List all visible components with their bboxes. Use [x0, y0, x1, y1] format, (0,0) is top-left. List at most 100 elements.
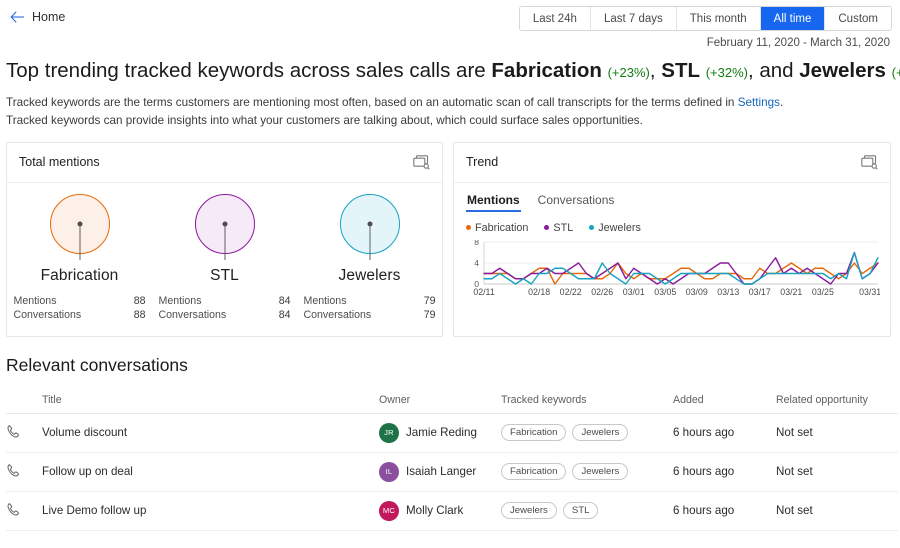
bubble-label-fabrication: Fabrication [40, 266, 119, 284]
trend-line-chart[interactable]: 0 4 8 02/11 02/18 02/22 02/26 03/01 03/05 03/09 03… [466, 237, 881, 309]
open-record-icon[interactable] [413, 155, 430, 170]
bubble-center-dot [367, 221, 372, 227]
bubble-graphic-wrap-stl [152, 193, 297, 265]
back-to-home-link[interactable]: Home [6, 8, 69, 26]
stat-row-conversations: Conversations 79 [304, 308, 436, 322]
legend-item-fabrication[interactable]: Fabrication [466, 222, 528, 234]
description-line-1: Tracked keywords are the terms customers… [6, 94, 890, 112]
dashboard-page: Home Last 24h Last 7 days This month All… [0, 0, 900, 548]
tab-mentions[interactable]: Mentions [466, 191, 521, 212]
total-mentions-card: Total mentions Fabrication Mentions 88 C… [6, 141, 443, 337]
column-header-title[interactable]: Title [42, 393, 379, 414]
keyword-bubble-jewelers[interactable]: Jewelers Mentions 79 Conversations 79 [297, 193, 442, 323]
row-tracked-keywords-cell: Jewelers STL [501, 491, 673, 531]
column-header-related-opportunity[interactable]: Related opportunity [776, 393, 898, 414]
keyword-pill[interactable]: Jewelers [501, 502, 557, 520]
headline-keyword-2: STL [661, 59, 700, 82]
row-related-opportunity: Not set [776, 491, 898, 531]
keyword-pill[interactable]: Fabrication [501, 424, 567, 442]
stat-label-conversations: Conversations [13, 309, 82, 322]
phone-icon [6, 502, 21, 520]
row-title[interactable]: Follow up on deal [42, 452, 379, 492]
legend-item-stl[interactable]: STL [544, 222, 573, 234]
range-option-last-7-days[interactable]: Last 7 days [590, 7, 677, 30]
row-owner-name[interactable]: Jamie Reding [406, 426, 477, 439]
row-title[interactable]: Live Demo follow up [42, 491, 379, 531]
headline-keyword-1: Fabrication [491, 59, 602, 82]
row-owner-name[interactable]: Isaiah Langer [406, 465, 476, 478]
table-row[interactable]: Live Demo follow up MC Molly Clark Jewel… [6, 491, 898, 531]
stat-label-mentions: Mentions [158, 294, 202, 307]
total-mentions-card-header: Total mentions [7, 143, 442, 183]
keyword-pill[interactable]: Jewelers [572, 424, 629, 442]
cards-row: Total mentions Fabrication Mentions 88 C… [0, 130, 900, 337]
headline-change-3: (+26%) [891, 65, 900, 80]
column-header-tracked-keywords[interactable]: Tracked keywords [501, 393, 673, 414]
avatar: IL [379, 461, 399, 482]
tab-conversations[interactable]: Conversations [537, 191, 616, 212]
legend-label-stl: STL [553, 221, 574, 234]
settings-link[interactable]: Settings [738, 96, 780, 109]
bubble-stats-stl: Mentions 84 Conversations 84 [159, 294, 291, 323]
keyword-bubbles: Fabrication Mentions 88 Conversations 88 [7, 183, 442, 323]
headline-prefix: Top trending tracked keywords across sal… [6, 59, 492, 82]
stat-row-conversations: Conversations 88 [14, 308, 146, 322]
range-option-last-24h[interactable]: Last 24h [519, 7, 591, 30]
row-related-opportunity: Not set [776, 452, 898, 492]
table-row[interactable]: Volume discount JR Jamie Reding Fabricat… [6, 413, 898, 453]
row-added: 6 hours ago [673, 413, 776, 453]
keyword-pill[interactable]: Fabrication [501, 463, 567, 481]
range-option-this-month[interactable]: This month [676, 7, 761, 30]
svg-text:02/22: 02/22 [560, 287, 582, 297]
range-option-custom[interactable]: Custom [825, 7, 891, 30]
keyword-pill[interactable]: STL [562, 502, 599, 520]
legend-item-jewelers[interactable]: Jewelers [589, 222, 641, 234]
stat-label-mentions: Mentions [303, 294, 347, 307]
svg-text:03/21: 03/21 [780, 287, 802, 297]
bubble-stem [369, 223, 370, 260]
date-range-selector[interactable]: Last 24h Last 7 days This month All time… [518, 6, 892, 31]
open-record-icon[interactable] [861, 155, 878, 170]
svg-text:03/05: 03/05 [654, 287, 676, 297]
row-owner-name[interactable]: Molly Clark [406, 504, 463, 517]
bubble-circle-jewelers [339, 193, 400, 260]
stat-row-mentions: Mentions 79 [304, 294, 436, 308]
keyword-bubble-stl[interactable]: STL Mentions 84 Conversations 84 [152, 193, 297, 323]
bubble-circle-fabrication [49, 193, 110, 260]
row-related-opportunity: Not set [776, 413, 898, 453]
keyword-bubble-fabrication[interactable]: Fabrication Mentions 88 Conversations 88 [7, 193, 152, 323]
column-header-added[interactable]: Added [673, 393, 776, 414]
table-header-row: Title Owner Tracked keywords Added Relat… [6, 393, 898, 414]
bubble-center-dot [222, 221, 227, 227]
relevant-conversations-title: Relevant conversations [6, 354, 188, 375]
avatar: MC [379, 500, 399, 521]
svg-text:4: 4 [474, 258, 479, 268]
description-text-before-link: Tracked keywords are the terms customers… [6, 95, 738, 109]
row-owner-cell: JR Jamie Reding [379, 413, 501, 453]
bubble-label-jewelers: Jewelers [338, 266, 401, 284]
phone-icon [6, 463, 21, 481]
stat-label-mentions: Mentions [13, 294, 57, 307]
description-line-2: Tracked keywords can provide insights in… [6, 113, 643, 127]
range-option-all-time[interactable]: All time [760, 7, 826, 30]
stat-value-mentions: 79 [423, 294, 436, 307]
arrow-left-icon [10, 10, 25, 23]
column-header-owner[interactable]: Owner [379, 393, 501, 414]
headline-sep-1: , [649, 59, 662, 82]
total-mentions-card-title: Total mentions [19, 155, 100, 170]
stat-row-mentions: Mentions 88 [14, 294, 146, 308]
row-title[interactable]: Volume discount [42, 413, 379, 453]
trend-card-title: Trend [466, 155, 499, 170]
phone-icon [6, 424, 21, 442]
table-row[interactable]: Follow up on deal IL Isaiah Langer Fabri… [6, 452, 898, 492]
svg-text:03/01: 03/01 [623, 287, 645, 297]
row-owner-cell: MC Molly Clark [379, 491, 501, 531]
svg-text:02/11: 02/11 [473, 287, 494, 297]
column-header-spacer [6, 393, 42, 414]
keyword-pill[interactable]: Jewelers [572, 463, 629, 481]
row-added: 6 hours ago [673, 452, 776, 492]
row-owner-cell: IL Isaiah Langer [379, 452, 501, 492]
row-call-icon-cell [6, 413, 42, 453]
bubble-stats-fabrication: Mentions 88 Conversations 88 [14, 294, 146, 323]
headline-change-2: (+32%) [705, 65, 748, 80]
